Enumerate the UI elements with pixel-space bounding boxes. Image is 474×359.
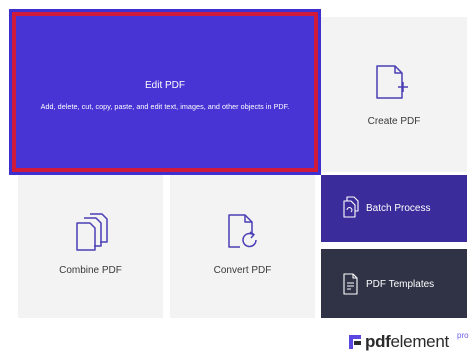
combine-pdf-tile[interactable]: Combine PDF — [18, 175, 163, 318]
convert-pdf-label: Convert PDF — [213, 265, 272, 276]
convert-pdf-tile[interactable]: Convert PDF — [170, 175, 315, 318]
create-pdf-tile[interactable]: Create PDF — [321, 17, 467, 172]
edit-pdf-description: Add, delete, cut, copy, paste, and edit … — [40, 102, 290, 111]
batch-process-icon — [343, 196, 359, 218]
create-pdf-label: Create PDF — [367, 116, 421, 127]
pdfelement-logo-icon — [349, 335, 361, 349]
pdf-templates-tile[interactable]: PDF Templates — [321, 249, 467, 318]
convert-pdf-icon — [228, 214, 257, 248]
batch-process-label: Batch Process — [366, 203, 431, 214]
edit-pdf-tile[interactable]: Edit PDF Add, delete, cut, copy, paste, … — [12, 12, 318, 172]
create-pdf-icon — [376, 65, 408, 99]
pdfelement-logo: pdfelement pro — [348, 331, 470, 355]
combine-pdf-label: Combine PDF — [59, 265, 122, 276]
logo-name-bold: pdf — [365, 332, 391, 351]
edit-pdf-title: Edit PDF — [144, 80, 185, 91]
pdf-templates-label: PDF Templates — [366, 279, 435, 290]
logo-name-rest: element — [390, 332, 450, 351]
combine-pdf-icon — [76, 213, 108, 251]
pdfelement-logo-text: pdfelement — [365, 332, 449, 352]
batch-process-tile[interactable]: Batch Process — [321, 175, 467, 242]
logo-pro-badge: pro — [457, 331, 469, 340]
pdf-templates-icon — [343, 273, 358, 295]
